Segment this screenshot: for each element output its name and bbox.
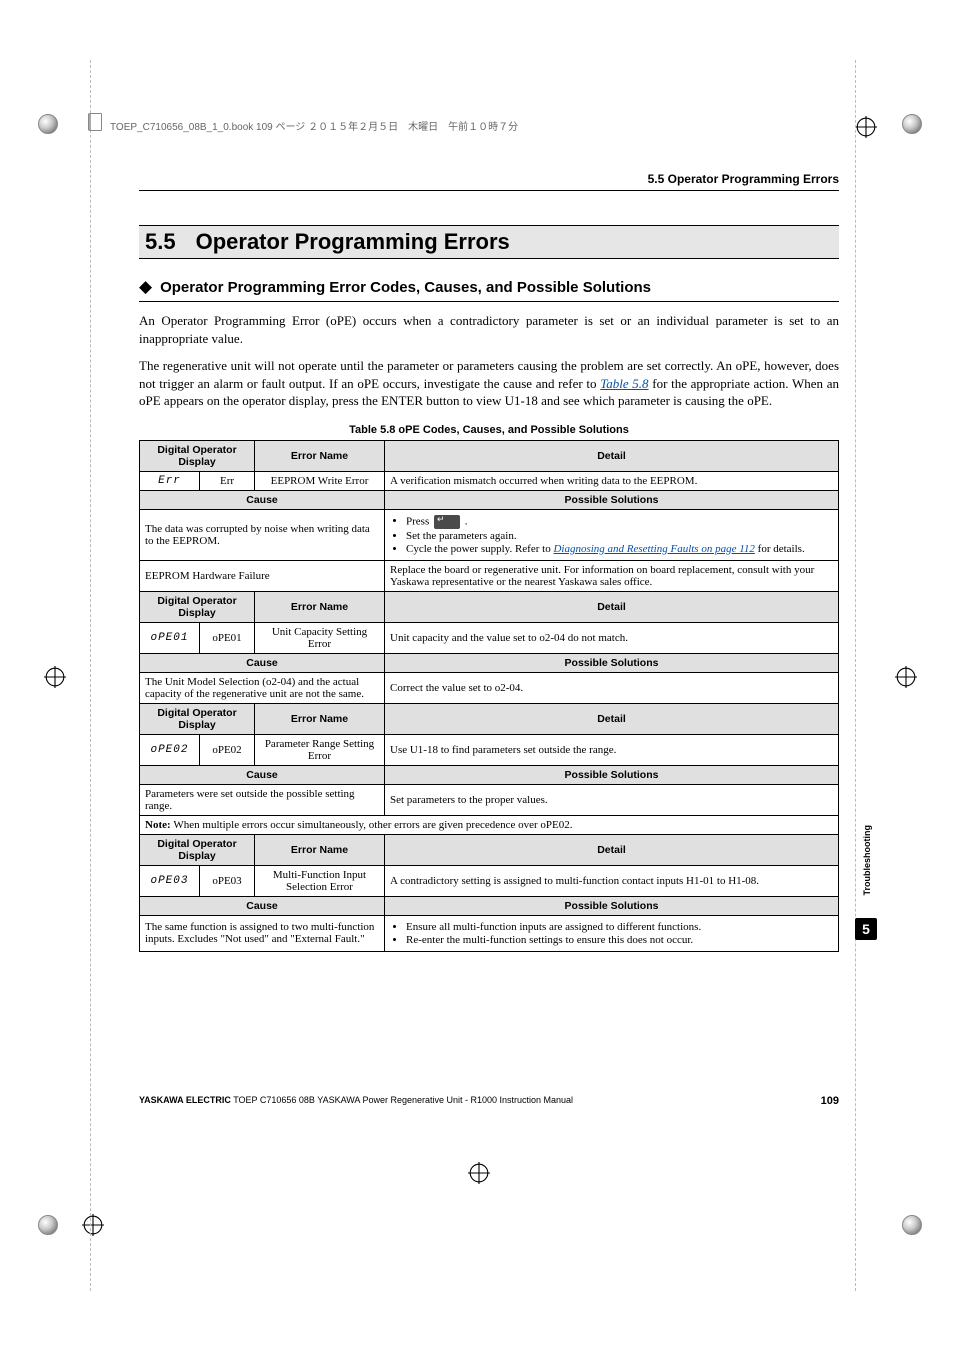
registration-mark-left bbox=[44, 666, 66, 688]
crop-ball-br bbox=[902, 1215, 922, 1235]
th-solutions-1: Possible Solutions bbox=[385, 490, 839, 509]
registration-mark-tr bbox=[855, 116, 877, 138]
detail-ope03: A contradictory setting is assigned to m… bbox=[385, 865, 839, 896]
cause-ope03: The same function is assigned to two mul… bbox=[140, 915, 385, 951]
detail-ope02: Use U1-18 to find parameters set outside… bbox=[385, 734, 839, 765]
diagnosing-link[interactable]: Diagnosing and Resetting Faults on page … bbox=[553, 543, 754, 555]
disp-txt-ope02: oPE02 bbox=[200, 734, 255, 765]
section-number: 5.5 bbox=[145, 229, 176, 254]
th-error-name: Error Name bbox=[255, 440, 385, 471]
footer-left: YASKAWA ELECTRIC TOEP C710656 08B YASKAW… bbox=[139, 1095, 573, 1107]
enter-key-icon bbox=[434, 515, 460, 529]
note-ope02: Note: When multiple errors occur simulta… bbox=[140, 815, 839, 834]
sol-press-enter: Press . bbox=[406, 515, 833, 529]
sol-set-params: Set the parameters again. bbox=[406, 530, 833, 542]
registration-mark-bl bbox=[82, 1214, 104, 1236]
table-caption: Table 5.8 oPE Codes, Causes, and Possibl… bbox=[139, 424, 839, 436]
th-solutions-4: Possible Solutions bbox=[385, 896, 839, 915]
th-error-name-4: Error Name bbox=[255, 834, 385, 865]
sol-cycle-power: Cycle the power supply. Refer to Diagnos… bbox=[406, 543, 833, 555]
solution-ope03: Ensure all multi-function inputs are ass… bbox=[385, 915, 839, 951]
errname-ope03: Multi-Function Input Selection Error bbox=[255, 865, 385, 896]
th-display-4: Digital Operator Display bbox=[140, 834, 255, 865]
detail-err: A verification mismatch occurred when wr… bbox=[385, 471, 839, 490]
th-solutions-3: Possible Solutions bbox=[385, 765, 839, 784]
chapter-tab-label: Troubleshooting bbox=[862, 825, 872, 896]
diamond-bullet-icon: ◆ bbox=[139, 277, 152, 297]
subsection-title: Operator Programming Error Codes, Causes… bbox=[160, 279, 651, 296]
disp-seg-err: Err bbox=[140, 471, 200, 490]
header-divider bbox=[139, 190, 839, 191]
sol-ope03-b: Re-enter the multi-function settings to … bbox=[406, 934, 833, 946]
page-footer: YASKAWA ELECTRIC TOEP C710656 08B YASKAW… bbox=[139, 1095, 839, 1107]
th-cause-1: Cause bbox=[140, 490, 385, 509]
crop-ball-tr bbox=[902, 114, 922, 134]
disp-txt-err: Err bbox=[200, 471, 255, 490]
th-cause-4: Cause bbox=[140, 896, 385, 915]
th-detail-2: Detail bbox=[385, 591, 839, 622]
th-detail: Detail bbox=[385, 440, 839, 471]
th-solutions-2: Possible Solutions bbox=[385, 653, 839, 672]
th-detail-3: Detail bbox=[385, 703, 839, 734]
errname-ope01: Unit Capacity Setting Error bbox=[255, 622, 385, 653]
errname-ope02: Parameter Range Setting Error bbox=[255, 734, 385, 765]
th-error-name-3: Error Name bbox=[255, 703, 385, 734]
section-title: Operator Programming Errors bbox=[196, 229, 510, 254]
subsection-row: ◆ Operator Programming Error Codes, Caus… bbox=[139, 277, 839, 302]
intro-paragraph-2: The regenerative unit will not operate u… bbox=[139, 357, 839, 410]
solution-err-noise: Press . Set the parameters again. Cycle … bbox=[385, 509, 839, 560]
intro-paragraph-1: An Operator Programming Error (oPE) occu… bbox=[139, 312, 839, 347]
solution-ope01: Correct the value set to o2-04. bbox=[385, 672, 839, 703]
solution-ope02: Set parameters to the proper values. bbox=[385, 784, 839, 815]
disp-txt-ope03: oPE03 bbox=[200, 865, 255, 896]
cause-ope01: The Unit Model Selection (o2-04) and the… bbox=[140, 672, 385, 703]
detail-ope01: Unit capacity and the value set to o2-04… bbox=[385, 622, 839, 653]
disp-seg-ope01: oPE01 bbox=[140, 622, 200, 653]
th-cause-3: Cause bbox=[140, 765, 385, 784]
disp-seg-ope03: oPE03 bbox=[140, 865, 200, 896]
trim-guide-right bbox=[855, 60, 856, 1291]
errname-err: EEPROM Write Error bbox=[255, 471, 385, 490]
book-header: TOEP_C710656_08B_1_0.book 109 ページ ２０１５年２… bbox=[110, 118, 518, 133]
th-display-2: Digital Operator Display bbox=[140, 591, 255, 622]
th-detail-4: Detail bbox=[385, 834, 839, 865]
cause-err-noise: The data was corrupted by noise when wri… bbox=[140, 509, 385, 560]
trim-guide-left bbox=[90, 60, 91, 1291]
chapter-tab-number: 5 bbox=[855, 918, 877, 940]
solution-err-hw: Replace the board or regenerative unit. … bbox=[385, 560, 839, 591]
cause-err-hw: EEPROM Hardware Failure bbox=[140, 560, 385, 591]
disp-seg-ope02: oPE02 bbox=[140, 734, 200, 765]
registration-mark-bottom bbox=[468, 1162, 490, 1184]
sol-ope03-a: Ensure all multi-function inputs are ass… bbox=[406, 921, 833, 933]
footer-page-number: 109 bbox=[821, 1095, 839, 1107]
th-display: Digital Operator Display bbox=[140, 440, 255, 471]
disp-txt-ope01: oPE01 bbox=[200, 622, 255, 653]
running-header: 5.5 Operator Programming Errors bbox=[648, 172, 839, 186]
registration-mark-right bbox=[895, 666, 917, 688]
th-cause-2: Cause bbox=[140, 653, 385, 672]
crop-ball-tl bbox=[38, 114, 58, 134]
section-title-bar: 5.5 Operator Programming Errors bbox=[139, 225, 839, 259]
th-error-name-2: Error Name bbox=[255, 591, 385, 622]
table-ref-link[interactable]: Table 5.8 bbox=[600, 376, 648, 391]
th-display-3: Digital Operator Display bbox=[140, 703, 255, 734]
book-spine-icon bbox=[88, 113, 102, 131]
page-content: 5.5 Operator Programming Errors 5.5 Oper… bbox=[139, 190, 839, 952]
ope-table: Digital Operator Display Error Name Deta… bbox=[139, 440, 839, 952]
cause-ope02: Parameters were set outside the possible… bbox=[140, 784, 385, 815]
crop-ball-bl bbox=[38, 1215, 58, 1235]
